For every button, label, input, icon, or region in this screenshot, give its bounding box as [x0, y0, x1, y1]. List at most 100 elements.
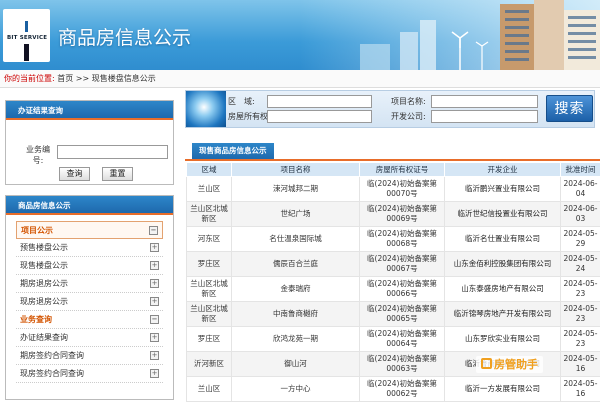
cell-date: 2024-05-23 — [561, 277, 600, 302]
table-row[interactable]: 兰山区一方中心临(2024)初始备案第00062号临沂一方发展有限公司2024-… — [187, 377, 600, 402]
cell-date: 2024-05-24 — [561, 252, 600, 277]
district-input[interactable] — [267, 95, 372, 108]
breadcrumb-home[interactable]: 首页 — [57, 74, 73, 83]
cell-developer: 临沂名仕置业有限公司 — [445, 227, 561, 252]
left-sidebar: 办证结果查询 业务编号: 查询 重置 商品房信息公示 项目公示−预售楼盘公示+现… — [5, 100, 174, 185]
cell-cert-number: 临(2024)初始备案第00063号 — [360, 352, 445, 377]
table-row[interactable]: 兰山区涑河城邦二期临(2024)初始备案第00070号临沂鹏兴置业有限公司202… — [187, 177, 600, 202]
cell-developer: 山东泰盛房地产有限公司 — [445, 277, 561, 302]
app-icon — [481, 358, 492, 369]
cell-area: 兰山区北城新区 — [187, 202, 232, 227]
buildings-illustration — [360, 0, 600, 70]
expand-icon[interactable]: + — [150, 297, 159, 306]
info-menu-title: 商品房信息公示 — [6, 196, 173, 215]
menu-item[interactable]: 办证结果查询 + — [16, 329, 163, 347]
cell-project-name[interactable]: 涑河城邦二期 — [232, 177, 360, 202]
breadcrumb-separator: >> — [76, 74, 89, 83]
expand-icon[interactable]: + — [150, 369, 159, 378]
info-menu-panel: 商品房信息公示 项目公示−预售楼盘公示+现售楼盘公示+期房退房公示+现房退房公示… — [5, 195, 174, 400]
table-row[interactable]: 兰山区北城新区金泰瑞府临(2024)初始备案第00066号山东泰盛房地产有限公司… — [187, 277, 600, 302]
cell-cert-number: 临(2024)初始备案第00062号 — [360, 377, 445, 402]
cell-cert-number: 临(2024)初始备案第00066号 — [360, 277, 445, 302]
cell-area: 兰山区北城新区 — [187, 302, 232, 327]
cell-cert-number: 临(2024)初始备案第00064号 — [360, 327, 445, 352]
cell-cert-number: 临(2024)初始备案第00069号 — [360, 202, 445, 227]
listing-tab[interactable]: 现售商品房信息公示 — [192, 143, 274, 159]
cell-cert-number: 临(2024)初始备案第00068号 — [360, 227, 445, 252]
menu-item-label: 期房退房公示 — [20, 279, 68, 288]
cell-project-name[interactable]: 世纪广场 — [232, 202, 360, 227]
cell-date: 2024-05-23 — [561, 327, 600, 352]
menu-category[interactable]: 业务查询 − — [16, 311, 163, 329]
collapse-icon[interactable]: − — [149, 226, 158, 235]
cell-developer: 山东罗欣实业有限公司 — [445, 327, 561, 352]
menu-item-label: 现房退房公示 — [20, 297, 68, 306]
cert-query-title: 办证结果查询 — [6, 101, 173, 120]
cert-number-input[interactable] — [267, 110, 372, 123]
menu-item-label: 现售楼盘公示 — [20, 261, 68, 270]
column-header: 开发企业 — [445, 163, 561, 177]
menu-item[interactable]: 现售楼盘公示 + — [16, 257, 163, 275]
reset-button[interactable]: 重置 — [102, 167, 133, 181]
cell-area: 罗庄区 — [187, 327, 232, 352]
developer-label: 开发公司: — [391, 111, 426, 122]
menu-item-label: 办证结果查询 — [20, 333, 68, 342]
cell-project-name[interactable]: 中南鲁商樾府 — [232, 302, 360, 327]
project-name-label: 项目名称: — [391, 96, 426, 107]
search-panel: 区 域: 项目名称: 房屋所有权证号 开发公司: 搜索 — [185, 90, 595, 128]
table-row[interactable]: 罗庄区欣鸿龙苑一期临(2024)初始备案第00064号山东罗欣实业有限公司202… — [187, 327, 600, 352]
menu-item-label: 业务查询 — [20, 315, 52, 324]
menu-item[interactable]: 现房退房公示 + — [16, 293, 163, 311]
cell-project-name[interactable]: 儒辰百合兰庭 — [232, 252, 360, 277]
cell-project-name[interactable]: 欣鸿龙苑一期 — [232, 327, 360, 352]
menu-item[interactable]: 现房签约合同查询 + — [16, 365, 163, 383]
search-button[interactable]: 搜索 — [546, 95, 593, 122]
column-header: 房屋所有权证号 — [360, 163, 445, 177]
cell-project-name[interactable]: 御山河 — [232, 352, 360, 377]
cell-area: 沂河新区 — [187, 352, 232, 377]
table-row[interactable]: 兰山区北城新区中南鲁商樾府临(2024)初始备案第00065号临沂锦琴房地产开发… — [187, 302, 600, 327]
table-row[interactable]: 兰山区北城新区世纪广场临(2024)初始备案第00069号临沂世纪信投置业有限公… — [187, 202, 600, 227]
collapse-icon[interactable]: − — [150, 315, 159, 324]
cell-area: 兰山区 — [187, 177, 232, 202]
cell-cert-number: 临(2024)初始备案第00070号 — [360, 177, 445, 202]
table-row[interactable]: 罗庄区儒辰百合兰庭临(2024)初始备案第00067号山东金佰利控股集团有限公司… — [187, 252, 600, 277]
cell-date: 2024-05-16 — [561, 352, 600, 377]
project-name-input[interactable] — [431, 95, 538, 108]
cell-date: 2024-05-23 — [561, 302, 600, 327]
expand-icon[interactable]: + — [150, 243, 159, 252]
cell-area: 兰山区 — [187, 377, 232, 402]
cell-developer: 临沂一方发展有限公司 — [445, 377, 561, 402]
expand-icon[interactable]: + — [150, 351, 159, 360]
logo-text: BIT SERVICE — [7, 35, 47, 41]
developer-input[interactable] — [431, 110, 538, 123]
watermark-text: 房管助手 — [494, 358, 538, 371]
cell-cert-number: 临(2024)初始备案第00065号 — [360, 302, 445, 327]
breadcrumb-current: 现售楼盘信息公示 — [92, 74, 156, 83]
menu-item[interactable]: 期房退房公示 + — [16, 275, 163, 293]
cell-date: 2024-05-16 — [561, 377, 600, 402]
menu-item-label: 项目公示 — [21, 226, 53, 235]
expand-icon[interactable]: + — [150, 333, 159, 342]
watermark: 房管助手 — [476, 356, 543, 373]
cell-project-name[interactable]: 金泰瑞府 — [232, 277, 360, 302]
menu-item[interactable]: 期房签约合同查询+ — [16, 347, 163, 365]
menu-category[interactable]: 项目公示 − — [16, 221, 163, 239]
expand-icon[interactable]: + — [150, 279, 159, 288]
query-button[interactable]: 查询 — [59, 167, 90, 181]
cell-project-name[interactable]: 一方中心 — [232, 377, 360, 402]
cell-date: 2024-06-03 — [561, 202, 600, 227]
breadcrumb: 你的当前位置: 首页 >> 现售楼盘信息公示 — [0, 70, 600, 88]
cell-area: 兰山区北城新区 — [187, 277, 232, 302]
menu-item-label: 现房签约合同查询 — [20, 369, 84, 378]
district-label: 区 域: — [228, 96, 255, 107]
business-number-input[interactable] — [57, 145, 168, 159]
expand-icon[interactable]: + — [150, 261, 159, 270]
cell-project-name[interactable]: 名仕温泉国际城 — [232, 227, 360, 252]
tab-divider — [185, 159, 600, 161]
menu-item[interactable]: 预售楼盘公示+ — [16, 239, 163, 257]
table-row[interactable]: 河东区名仕温泉国际城临(2024)初始备案第00068号临沂名仕置业有限公司20… — [187, 227, 600, 252]
business-number-label: 业务编号: — [24, 144, 52, 166]
site-title: 商品房信息公示 — [58, 23, 191, 50]
table-header-row: 区域项目名称房屋所有权证号开发企业批准时间 — [187, 163, 600, 177]
